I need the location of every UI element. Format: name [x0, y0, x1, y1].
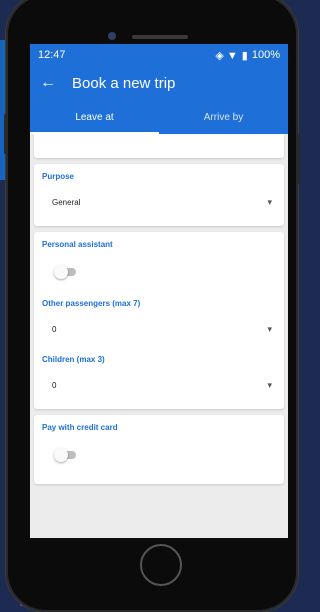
other-passengers-label: Other passengers (max 7)	[42, 299, 141, 308]
purpose-value: General	[52, 198, 81, 207]
power-button	[297, 134, 300, 184]
toggle-thumb	[54, 448, 68, 462]
children-label: Children (max 3)	[42, 355, 105, 364]
purpose-select[interactable]: General ▾	[42, 197, 276, 208]
pay-credit-toggle[interactable]	[54, 448, 78, 462]
pay-credit-label: Pay with credit card	[42, 423, 118, 432]
card-purpose: Purpose General ▾	[34, 164, 284, 226]
other-passengers-value: 0	[52, 325, 57, 334]
tab-indicator	[30, 132, 159, 134]
card-payment: Pay with credit card	[34, 415, 284, 484]
other-passengers-select[interactable]: 0 ▾	[42, 324, 276, 335]
earpiece-speaker	[132, 35, 188, 39]
card-passengers: Personal assistant Other passengers (max…	[34, 232, 284, 409]
tab-leave-at[interactable]: Leave at	[30, 100, 159, 134]
app-bar: ← Book a new trip	[30, 66, 288, 100]
back-arrow-icon[interactable]: ←	[40, 74, 62, 92]
status-icons: ◈ ▼ ▮ 100%	[215, 49, 280, 62]
tab-arrive-by[interactable]: Arrive by	[159, 100, 288, 134]
purpose-label: Purpose	[42, 172, 75, 181]
form-content: Purpose General ▾ Personal assistant Oth…	[30, 134, 288, 484]
phone-frame: 12:47 ◈ ▼ ▮ 100% ← Book a new trip Leave…	[4, 0, 300, 612]
volume-button	[4, 114, 7, 154]
card-previous	[34, 134, 284, 158]
front-camera	[108, 32, 116, 40]
personal-assistant-toggle[interactable]	[54, 265, 78, 279]
personal-assistant-label: Personal assistant	[42, 240, 113, 249]
dropdown-arrow-icon: ▾	[267, 380, 272, 390]
toggle-thumb	[54, 265, 68, 279]
children-value: 0	[52, 381, 57, 390]
page-title: Book a new trip	[72, 74, 176, 92]
status-time: 12:47	[38, 49, 66, 61]
children-select[interactable]: 0 ▾	[42, 380, 276, 391]
tab-bar: Leave at Arrive by	[30, 100, 288, 134]
status-bar: 12:47 ◈ ▼ ▮ 100%	[30, 44, 288, 66]
dropdown-arrow-icon: ▾	[267, 324, 272, 334]
signal-wifi-icon: ◈ ▼	[215, 49, 238, 62]
battery-percent: 100%	[251, 49, 280, 61]
home-button[interactable]	[140, 544, 182, 586]
dropdown-arrow-icon: ▾	[267, 197, 272, 207]
app-screen: 12:47 ◈ ▼ ▮ 100% ← Book a new trip Leave…	[30, 44, 288, 538]
battery-icon: ▮	[241, 49, 248, 62]
